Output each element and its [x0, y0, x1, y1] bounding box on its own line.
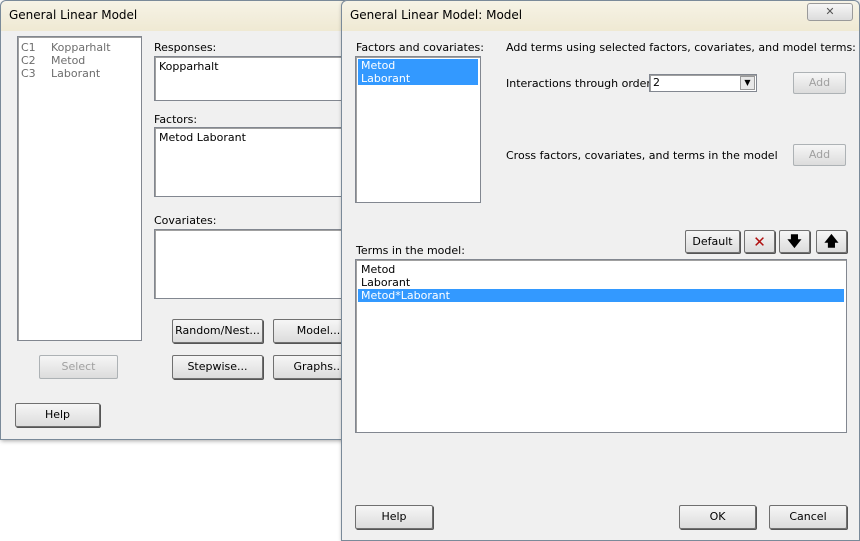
- factors-input[interactable]: Metod Laborant: [154, 127, 354, 197]
- chevron-down-icon[interactable]: ▼: [740, 76, 755, 90]
- glm-title: General Linear Model: [1, 1, 349, 31]
- column-name: Kopparhalt: [51, 41, 111, 54]
- factors-value: Metod Laborant: [159, 131, 246, 144]
- help-button[interactable]: Help: [355, 505, 433, 529]
- model-title: General Linear Model: Model: [342, 1, 859, 31]
- responses-value: Kopparhalt: [159, 60, 219, 73]
- covariates-input[interactable]: [154, 229, 354, 299]
- cancel-button[interactable]: Cancel: [769, 505, 847, 529]
- move-up-button[interactable]: 🡅: [816, 230, 847, 253]
- columns-list[interactable]: C1 Kopparhalt C2 Metod C3 Laborant: [17, 36, 142, 341]
- interactions-label: Interactions through order:: [506, 77, 655, 90]
- interactions-value: 2: [653, 76, 660, 89]
- help-button[interactable]: Help: [15, 403, 100, 427]
- stepwise-button[interactable]: Stepwise...: [172, 355, 263, 379]
- list-item[interactable]: Laborant: [358, 276, 844, 289]
- interactions-select[interactable]: 2 ▼: [649, 74, 757, 92]
- terms-label: Terms in the model:: [356, 244, 465, 257]
- close-icon: ✕: [825, 5, 835, 18]
- random-nest-button[interactable]: Random/Nest...: [172, 319, 263, 343]
- model-dialog: General Linear Model: Model ✕ Factors an…: [341, 0, 860, 541]
- column-name: Metod: [51, 54, 86, 67]
- ok-button[interactable]: OK: [679, 505, 756, 529]
- move-down-button[interactable]: 🡇: [779, 230, 810, 253]
- delete-x-icon: ✕: [753, 233, 766, 251]
- list-item[interactable]: C1 Kopparhalt: [18, 41, 141, 54]
- list-item[interactable]: Metod: [358, 59, 478, 72]
- list-item[interactable]: C2 Metod: [18, 54, 141, 67]
- close-button[interactable]: ✕: [807, 3, 853, 21]
- add-cross-button[interactable]: Add: [793, 144, 846, 166]
- factors-covariates-list[interactable]: Metod Laborant: [355, 56, 481, 203]
- select-button[interactable]: Select: [39, 355, 118, 379]
- column-id: C1: [21, 41, 36, 54]
- delete-term-button[interactable]: ✕: [744, 230, 775, 253]
- add-interactions-button[interactable]: Add: [793, 72, 846, 94]
- list-item[interactable]: Metod: [358, 263, 844, 276]
- responses-label: Responses:: [154, 41, 217, 54]
- add-terms-text: Add terms using selected factors, covari…: [506, 41, 856, 54]
- column-id: C3: [21, 67, 36, 80]
- column-name: Laborant: [51, 67, 101, 80]
- arrow-down-icon: 🡇: [787, 234, 802, 250]
- list-item[interactable]: C3 Laborant: [18, 67, 141, 80]
- covariates-label: Covariates:: [154, 214, 217, 227]
- responses-input[interactable]: Kopparhalt: [154, 56, 354, 101]
- column-id: C2: [21, 54, 36, 67]
- default-button[interactable]: Default: [685, 230, 740, 253]
- glm-dialog: General Linear Model C1 Kopparhalt C2 Meto…: [0, 0, 364, 440]
- cross-text: Cross factors, covariates, and terms in …: [506, 149, 778, 162]
- factors-label: Factors:: [154, 113, 198, 126]
- terms-list[interactable]: Metod Laborant Metod*Laborant: [355, 259, 847, 433]
- list-item[interactable]: Laborant: [358, 72, 478, 85]
- list-item[interactable]: Metod*Laborant: [358, 289, 844, 302]
- factors-covariates-label: Factors and covariates:: [356, 41, 484, 54]
- arrow-up-icon: 🡅: [824, 234, 839, 250]
